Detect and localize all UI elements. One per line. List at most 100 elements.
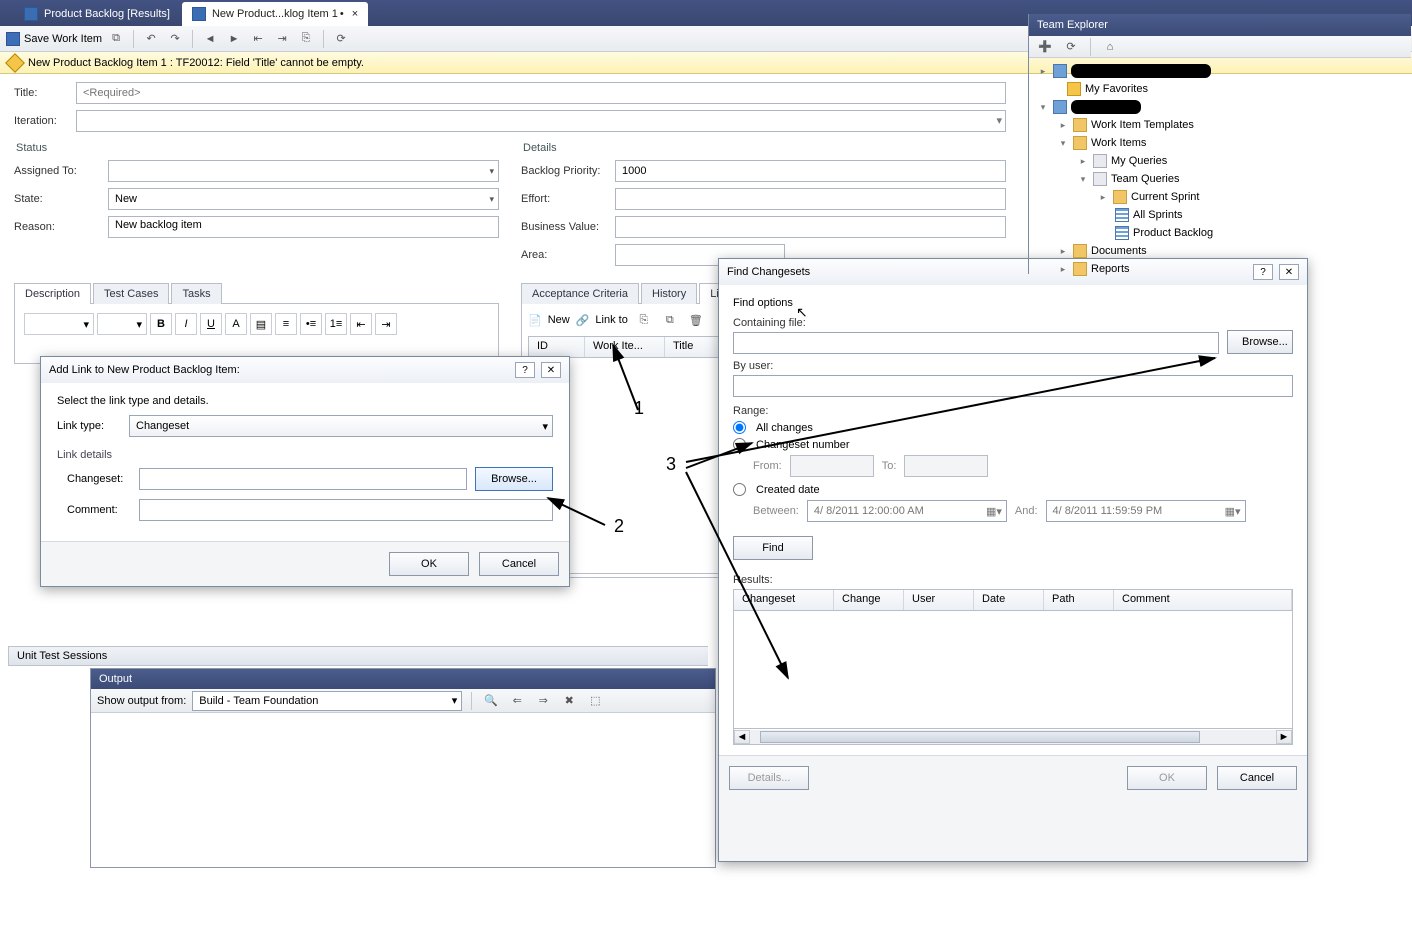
unit-test-sessions-panel-header[interactable]: Unit Test Sessions — [8, 646, 708, 666]
tree-team-queries[interactable]: ▾Team Queries — [1033, 170, 1407, 188]
ok-button[interactable]: OK — [389, 552, 469, 576]
add-server-button[interactable]: ➕ — [1035, 37, 1055, 57]
tree-current-sprint[interactable]: ▸Current Sprint — [1033, 188, 1407, 206]
help-button[interactable]: ? — [515, 362, 535, 378]
next-result-button[interactable]: ⇒ — [533, 691, 553, 711]
all-changes-radio[interactable] — [733, 421, 746, 434]
output-text[interactable] — [91, 713, 715, 867]
date-to-input[interactable]: 4/ 8/2011 11:59:59 PM▦▾ — [1046, 500, 1246, 522]
link-to-button[interactable]: Link to — [595, 314, 627, 326]
delete-link-button[interactable]: 🗑 — [686, 310, 706, 330]
business-value-input[interactable] — [615, 216, 1006, 238]
numbering-button[interactable]: 1≡ — [325, 313, 347, 335]
tree-favorites[interactable]: My Favorites — [1033, 80, 1407, 98]
tree-reports[interactable]: ▸Reports — [1033, 260, 1407, 278]
tree-project-node[interactable]: ▾ — [1033, 98, 1407, 116]
tab-tasks[interactable]: Tasks — [171, 283, 221, 304]
created-date-radio[interactable] — [733, 483, 746, 496]
tab-description[interactable]: Description — [14, 283, 91, 304]
prev-button[interactable]: ◄ — [200, 29, 220, 49]
tab-test-cases[interactable]: Test Cases — [93, 283, 169, 304]
scroll-thumb[interactable] — [760, 731, 1200, 743]
iteration-combo[interactable]: ▾ — [76, 110, 1006, 132]
copy-link-button[interactable]: ⧉ — [660, 310, 680, 330]
bullets-button[interactable]: •≡ — [300, 313, 322, 335]
close-icon[interactable]: × — [352, 8, 358, 20]
indent-button[interactable]: ⇥ — [375, 313, 397, 335]
new-link-button[interactable]: New — [548, 314, 570, 326]
results-hscrollbar[interactable]: ◄ ► — [733, 729, 1293, 745]
tab-history[interactable]: History — [641, 283, 697, 304]
tree-product-backlog[interactable]: Product Backlog — [1033, 224, 1407, 242]
changeset-input[interactable] — [139, 468, 467, 490]
scroll-right-icon[interactable]: ► — [1276, 730, 1292, 744]
effort-input[interactable] — [615, 188, 1006, 210]
col-comment[interactable]: Comment — [1114, 590, 1292, 610]
tree-server-node[interactable]: ▸ — [1033, 62, 1407, 80]
changeset-number-radio[interactable] — [733, 438, 746, 451]
undo-button[interactable]: ↶ — [141, 29, 161, 49]
comment-input[interactable] — [139, 499, 553, 521]
col-changeset[interactable]: Changeset — [734, 590, 834, 610]
indent-button[interactable]: ⇥ — [272, 29, 292, 49]
find-button[interactable]: 🔍 — [481, 691, 501, 711]
outdent-button[interactable]: ⇤ — [350, 313, 372, 335]
col-change[interactable]: Change — [834, 590, 904, 610]
col-date[interactable]: Date — [974, 590, 1044, 610]
refresh-button[interactable]: ⟳ — [1061, 37, 1081, 57]
tab-acceptance-criteria[interactable]: Acceptance Criteria — [521, 283, 639, 304]
font-color-button[interactable]: A — [225, 313, 247, 335]
linktype-combo[interactable]: Changeset ▾ — [129, 415, 553, 437]
prev-result-button[interactable]: ⇐ — [507, 691, 527, 711]
browse-button[interactable]: Browse... — [475, 467, 553, 491]
containing-file-input[interactable] — [733, 332, 1219, 354]
scroll-left-icon[interactable]: ◄ — [734, 730, 750, 744]
close-button[interactable]: ✕ — [541, 362, 561, 378]
home-button[interactable]: ⌂ — [1100, 37, 1120, 57]
priority-input[interactable] — [615, 160, 1006, 182]
assigned-to-combo[interactable]: ▾ — [108, 160, 499, 182]
toggle-wrap-button[interactable]: ⬚ — [585, 691, 605, 711]
results-grid-body[interactable] — [733, 611, 1293, 729]
refresh-button[interactable]: ⟳ — [331, 29, 351, 49]
effort-label: Effort: — [521, 193, 615, 205]
tab-new-backlog-item[interactable]: New Product...klog Item 1 • × — [182, 2, 368, 26]
cancel-button[interactable]: Cancel — [1217, 766, 1297, 790]
state-combo[interactable]: New▾ — [108, 188, 499, 210]
tab-product-backlog[interactable]: Product Backlog [Results] — [14, 2, 180, 26]
col-workitem[interactable]: Work Ite... — [585, 337, 665, 357]
open-link-button[interactable]: ⎘ — [634, 310, 654, 330]
outdent-button[interactable]: ⇤ — [248, 29, 268, 49]
cancel-button[interactable]: Cancel — [479, 552, 559, 576]
align-button[interactable]: ≡ — [275, 313, 297, 335]
col-id[interactable]: ID — [529, 337, 585, 357]
by-user-input[interactable] — [733, 375, 1293, 397]
browse-button[interactable]: Browse... — [1227, 330, 1293, 354]
link-button[interactable]: ⎘ — [296, 29, 316, 49]
date-from-input[interactable]: 4/ 8/2011 12:00:00 AM▦▾ — [807, 500, 1007, 522]
dialog-title: Find Changesets — [727, 266, 810, 278]
tree-documents[interactable]: ▸Documents — [1033, 242, 1407, 260]
col-path[interactable]: Path — [1044, 590, 1114, 610]
underline-button[interactable]: U — [200, 313, 222, 335]
team-explorer-title: Team Explorer — [1029, 14, 1411, 36]
copy-button[interactable]: ⧉ — [106, 29, 126, 49]
tree-wit-templates[interactable]: ▸Work Item Templates — [1033, 116, 1407, 134]
font-family-combo[interactable]: ▾ — [24, 313, 94, 335]
output-source-combo[interactable]: Build - Team Foundation▾ — [192, 691, 462, 711]
bold-button[interactable]: B — [150, 313, 172, 335]
clear-button[interactable]: ✖ — [559, 691, 579, 711]
tree-work-items[interactable]: ▾Work Items — [1033, 134, 1407, 152]
title-input[interactable] — [76, 82, 1006, 104]
find-button[interactable]: Find — [733, 536, 813, 560]
reason-field[interactable]: New backlog item — [108, 216, 499, 238]
col-user[interactable]: User — [904, 590, 974, 610]
font-size-combo[interactable]: ▾ — [97, 313, 147, 335]
tree-my-queries[interactable]: ▸My Queries — [1033, 152, 1407, 170]
next-button[interactable]: ► — [224, 29, 244, 49]
tree-all-sprints[interactable]: All Sprints — [1033, 206, 1407, 224]
italic-button[interactable]: I — [175, 313, 197, 335]
highlight-button[interactable]: ▤ — [250, 313, 272, 335]
save-button[interactable]: Save Work Item — [6, 32, 102, 46]
redo-button[interactable]: ↷ — [165, 29, 185, 49]
